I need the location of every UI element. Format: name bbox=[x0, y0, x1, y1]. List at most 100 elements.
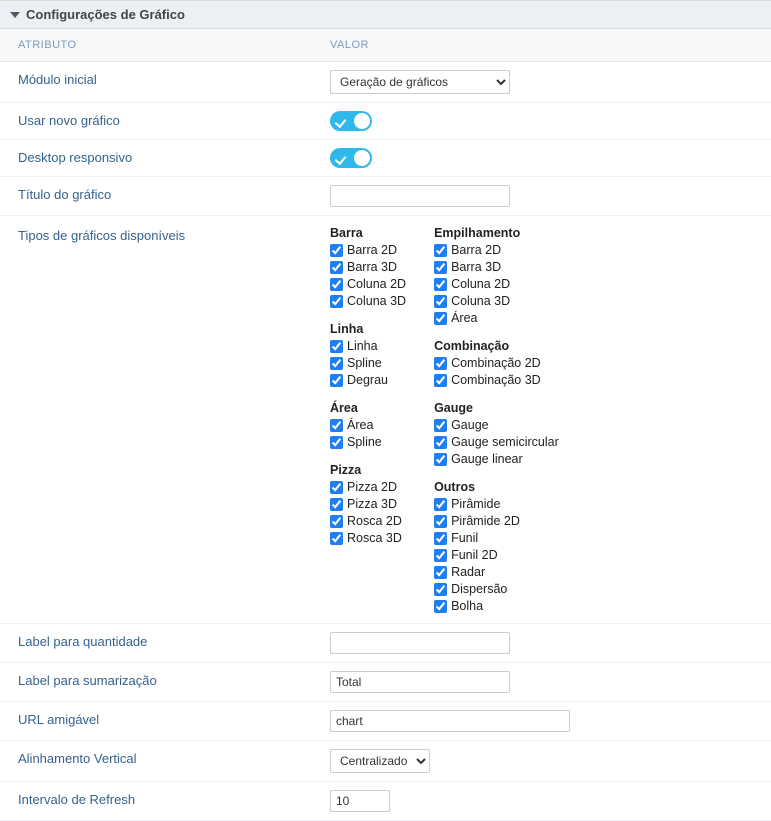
row-desktop-responsivo: Desktop responsivo bbox=[0, 140, 771, 177]
label-tipos-graficos: Tipos de gráficos disponíveis bbox=[0, 226, 330, 243]
group-title-linha: Linha bbox=[330, 322, 406, 336]
chart-type-option: Spline bbox=[330, 355, 406, 372]
group-title-pizza: Pizza bbox=[330, 463, 406, 477]
toggle-usar-novo-grafico[interactable] bbox=[330, 111, 372, 131]
input-label-quantidade[interactable] bbox=[330, 632, 510, 654]
input-url-amigavel[interactable] bbox=[330, 710, 570, 732]
toggle-desktop-responsivo[interactable] bbox=[330, 148, 372, 168]
checkbox-pizza-rosca-2d[interactable] bbox=[330, 515, 343, 528]
checkbox-barra-coluna-2d[interactable] bbox=[330, 278, 343, 291]
chart-type-option: Bolha bbox=[434, 598, 559, 615]
checkbox-outros-funil[interactable] bbox=[434, 532, 447, 545]
chart-type-label: Pizza 2D bbox=[347, 479, 397, 496]
group-title-outros: Outros bbox=[434, 480, 559, 494]
checkbox-outros-funil-2d[interactable] bbox=[434, 549, 447, 562]
chart-type-option: Barra 3D bbox=[434, 259, 559, 276]
chart-type-label: Barra 2D bbox=[347, 242, 397, 259]
row-usar-novo-grafico: Usar novo gráfico bbox=[0, 103, 771, 140]
label-url-amigavel: URL amigável bbox=[0, 710, 330, 732]
checkbox-a-rea-a-rea[interactable] bbox=[330, 419, 343, 432]
chart-type-option: Rosca 2D bbox=[330, 513, 406, 530]
checkbox-empilhamento-a-rea[interactable] bbox=[434, 312, 447, 325]
checkbox-gauge-gauge-linear[interactable] bbox=[434, 453, 447, 466]
checkbox-barra-barra-3d[interactable] bbox=[330, 261, 343, 274]
checkbox-pizza-pizza-2d[interactable] bbox=[330, 481, 343, 494]
checkbox-pizza-pizza-3d[interactable] bbox=[330, 498, 343, 511]
chart-type-option: Spline bbox=[330, 434, 406, 451]
chart-type-label: Coluna 2D bbox=[347, 276, 406, 293]
chart-type-option: Combinação 2D bbox=[434, 355, 559, 372]
label-usar-novo-grafico: Usar novo gráfico bbox=[0, 111, 330, 131]
checkbox-outros-dispersa-o[interactable] bbox=[434, 583, 447, 596]
chart-type-option: Gauge semicircular bbox=[434, 434, 559, 451]
chart-type-label: Gauge semicircular bbox=[451, 434, 559, 451]
chart-type-label: Coluna 3D bbox=[347, 293, 406, 310]
checkbox-gauge-gauge[interactable] bbox=[434, 419, 447, 432]
checkbox-outros-bolha[interactable] bbox=[434, 600, 447, 613]
row-label-quantidade: Label para quantidade bbox=[0, 624, 771, 663]
chart-type-label: Linha bbox=[347, 338, 378, 355]
row-url-amigavel: URL amigável bbox=[0, 702, 771, 741]
checkbox-linha-spline[interactable] bbox=[330, 357, 343, 370]
chart-type-option: Pizza 3D bbox=[330, 496, 406, 513]
checkbox-outros-pira-mide-2d[interactable] bbox=[434, 515, 447, 528]
input-intervalo-refresh[interactable] bbox=[330, 790, 390, 812]
checkbox-outros-radar[interactable] bbox=[434, 566, 447, 579]
chart-type-option: Pirâmide bbox=[434, 496, 559, 513]
chart-type-label: Combinação 3D bbox=[451, 372, 541, 389]
chart-type-option: Coluna 3D bbox=[434, 293, 559, 310]
chart-type-label: Degrau bbox=[347, 372, 388, 389]
chart-type-label: Área bbox=[451, 310, 477, 327]
chart-type-option: Coluna 3D bbox=[330, 293, 406, 310]
chart-type-label: Pirâmide bbox=[451, 496, 500, 513]
columns-header: ATRIBUTO VALOR bbox=[0, 29, 771, 62]
select-alinhamento-vertical[interactable]: Centralizado bbox=[330, 749, 430, 773]
checkbox-pizza-rosca-3d[interactable] bbox=[330, 532, 343, 545]
group-title-gauge: Gauge bbox=[434, 401, 559, 415]
row-alinhamento-vertical: Alinhamento Vertical Centralizado bbox=[0, 741, 771, 782]
chart-type-option: Barra 2D bbox=[330, 242, 406, 259]
chart-type-option: Funil bbox=[434, 530, 559, 547]
column-header-attribute: ATRIBUTO bbox=[0, 39, 330, 51]
input-titulo-grafico[interactable] bbox=[330, 185, 510, 207]
chart-type-option: Gauge bbox=[434, 417, 559, 434]
checkbox-linha-degrau[interactable] bbox=[330, 374, 343, 387]
chart-type-option: Degrau bbox=[330, 372, 406, 389]
label-alinhamento-vertical: Alinhamento Vertical bbox=[0, 749, 330, 773]
chart-type-option: Área bbox=[434, 310, 559, 327]
chart-type-option: Linha bbox=[330, 338, 406, 355]
chart-type-label: Coluna 2D bbox=[451, 276, 510, 293]
chart-type-label: Gauge bbox=[451, 417, 489, 434]
chart-type-label: Spline bbox=[347, 355, 382, 372]
checkbox-empilhamento-coluna-2d[interactable] bbox=[434, 278, 447, 291]
checkbox-linha-linha[interactable] bbox=[330, 340, 343, 353]
collapse-icon bbox=[10, 12, 20, 18]
row-titulo-grafico: Título do gráfico bbox=[0, 177, 771, 216]
chart-type-option: Radar bbox=[434, 564, 559, 581]
input-label-sumarizacao[interactable] bbox=[330, 671, 510, 693]
select-modulo-inicial[interactable]: Geração de gráficos bbox=[330, 70, 510, 94]
label-desktop-responsivo: Desktop responsivo bbox=[0, 148, 330, 168]
checkbox-gauge-gauge-semicircular[interactable] bbox=[434, 436, 447, 449]
chart-type-label: Barra 2D bbox=[451, 242, 501, 259]
checkbox-barra-coluna-3d[interactable] bbox=[330, 295, 343, 308]
checkbox-barra-barra-2d[interactable] bbox=[330, 244, 343, 257]
chart-type-option: Combinação 3D bbox=[434, 372, 559, 389]
checkbox-empilhamento-coluna-3d[interactable] bbox=[434, 295, 447, 308]
label-label-sumarizacao: Label para sumarização bbox=[0, 671, 330, 693]
checkbox-combinac-a-o-combinac-a-o-3d[interactable] bbox=[434, 374, 447, 387]
chart-type-label: Barra 3D bbox=[347, 259, 397, 276]
chart-type-option: Coluna 2D bbox=[434, 276, 559, 293]
checkbox-empilhamento-barra-3d[interactable] bbox=[434, 261, 447, 274]
chart-type-option: Coluna 2D bbox=[330, 276, 406, 293]
checkbox-combinac-a-o-combinac-a-o-2d[interactable] bbox=[434, 357, 447, 370]
chart-type-label: Funil bbox=[451, 530, 478, 547]
checkbox-a-rea-spline[interactable] bbox=[330, 436, 343, 449]
panel-header[interactable]: Configurações de Gráfico bbox=[0, 0, 771, 29]
chart-type-label: Coluna 3D bbox=[451, 293, 510, 310]
checkbox-empilhamento-barra-2d[interactable] bbox=[434, 244, 447, 257]
chart-type-option: Área bbox=[330, 417, 406, 434]
group-title-a-rea: Área bbox=[330, 401, 406, 415]
label-titulo-grafico: Título do gráfico bbox=[0, 185, 330, 207]
checkbox-outros-pira-mide[interactable] bbox=[434, 498, 447, 511]
